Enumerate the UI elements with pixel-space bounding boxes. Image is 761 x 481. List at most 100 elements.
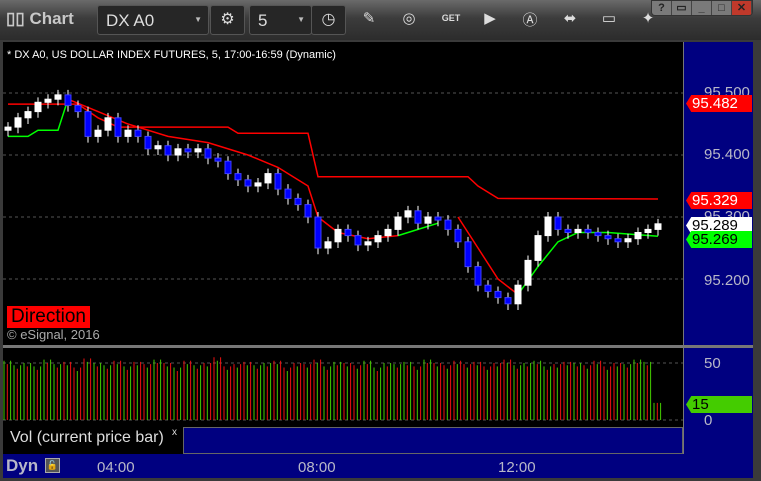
candle bbox=[304, 204, 312, 218]
settings-gear-icon[interactable]: ⚙ bbox=[210, 5, 245, 35]
pencil-icon[interactable]: ✎ bbox=[358, 9, 380, 27]
candle bbox=[194, 148, 202, 153]
study-icon[interactable]: ◎ bbox=[398, 9, 420, 27]
candle bbox=[444, 219, 452, 230]
candle bbox=[94, 129, 102, 137]
candle bbox=[14, 117, 22, 128]
candle bbox=[524, 259, 532, 286]
candle bbox=[144, 135, 152, 150]
candle bbox=[344, 228, 352, 237]
price-tick: 95.400 bbox=[704, 146, 750, 163]
candle bbox=[584, 228, 592, 233]
candle bbox=[124, 129, 132, 137]
comment-icon[interactable]: ▭ bbox=[598, 9, 620, 27]
candle bbox=[164, 145, 172, 156]
lock-icon[interactable]: 🔓 bbox=[45, 458, 60, 473]
candle bbox=[394, 216, 402, 230]
chevron-down-icon: ▼ bbox=[297, 15, 305, 24]
candle bbox=[54, 94, 62, 100]
candle bbox=[574, 228, 582, 233]
dock-icon[interactable]: ▭ bbox=[672, 1, 692, 15]
candle bbox=[234, 173, 242, 181]
price-tag-upper-stop: 95.482 bbox=[686, 95, 752, 112]
candle bbox=[254, 182, 262, 187]
candle bbox=[414, 210, 422, 224]
time-tick: 12:00 bbox=[498, 459, 536, 476]
price-tick: 95.200 bbox=[704, 272, 750, 289]
symbol-select[interactable]: DX A0 ▼ bbox=[97, 5, 209, 35]
clock-icon[interactable]: ◷ bbox=[311, 5, 346, 35]
candle bbox=[404, 210, 412, 218]
candle bbox=[134, 129, 142, 137]
volume-tick: 0 bbox=[704, 412, 713, 429]
candle bbox=[314, 216, 322, 249]
minimize-icon[interactable]: _ bbox=[692, 1, 712, 15]
candle bbox=[324, 241, 332, 249]
time-tick: 04:00 bbox=[97, 459, 135, 476]
volume-study-label: Vol (current price bar) bbox=[10, 429, 164, 446]
candle bbox=[34, 101, 42, 113]
title-bar: ▯▯ Chart DX A0 ▼ ⚙ 5 ▼ ◷ ✎ ◎ GET ▶ Ⓐ ⬌ ▭ ✦… bbox=[0, 0, 761, 40]
candle bbox=[24, 111, 32, 119]
candle bbox=[374, 235, 382, 243]
get-icon[interactable]: GET bbox=[440, 13, 462, 23]
candle bbox=[504, 297, 512, 305]
candle bbox=[154, 145, 162, 150]
volume-tick: 50 bbox=[704, 355, 721, 372]
candle bbox=[614, 238, 622, 243]
link-icon[interactable]: ⬌ bbox=[559, 9, 581, 27]
chevron-down-icon: ▼ bbox=[194, 15, 202, 24]
window-controls: ? ▭ _ □ ✕ bbox=[651, 0, 753, 16]
candle bbox=[594, 232, 602, 237]
candle bbox=[474, 266, 482, 286]
candle bbox=[64, 94, 72, 106]
candle bbox=[464, 241, 472, 268]
direction-label: Direction bbox=[7, 306, 90, 328]
interval-value: 5 bbox=[258, 11, 268, 30]
price-tag-trail: 95.269 bbox=[686, 231, 752, 248]
candle bbox=[654, 223, 662, 230]
close-study-button[interactable]: x bbox=[172, 427, 177, 438]
chart-legend: * DX A0, US DOLLAR INDEX FUTURES, 5, 17:… bbox=[7, 49, 336, 61]
candle bbox=[494, 290, 502, 299]
candle bbox=[424, 216, 432, 224]
volume-tag: 15 bbox=[686, 396, 752, 413]
candle bbox=[284, 188, 292, 199]
candle bbox=[634, 232, 642, 240]
candle bbox=[244, 179, 252, 187]
price-chart[interactable] bbox=[3, 42, 683, 345]
play-icon[interactable]: ▶ bbox=[479, 9, 501, 27]
candle bbox=[564, 228, 572, 233]
candle bbox=[554, 216, 562, 230]
candle bbox=[544, 216, 552, 237]
candle bbox=[434, 216, 442, 221]
candle bbox=[204, 148, 212, 159]
candle bbox=[644, 228, 652, 233]
price-tag-stop: 95.329 bbox=[686, 192, 752, 209]
candle bbox=[334, 228, 342, 243]
close-icon[interactable]: ✕ bbox=[732, 1, 752, 15]
candle bbox=[114, 117, 122, 137]
dynamic-mode[interactable]: Dyn bbox=[6, 456, 38, 476]
help-icon[interactable]: ? bbox=[652, 1, 672, 15]
candle bbox=[74, 104, 82, 113]
candle bbox=[364, 241, 372, 246]
candle bbox=[224, 160, 232, 175]
app-title-text: Chart bbox=[29, 9, 74, 28]
candle bbox=[384, 228, 392, 237]
time-axis[interactable]: Dyn 🔓 04:00 08:00 12:00 bbox=[3, 454, 753, 478]
volume-pane[interactable] bbox=[3, 348, 683, 426]
candle bbox=[4, 126, 12, 131]
volume-info-box bbox=[183, 427, 683, 454]
time-tick: 08:00 bbox=[298, 459, 336, 476]
maximize-icon[interactable]: □ bbox=[712, 1, 732, 15]
interval-select[interactable]: 5 ▼ bbox=[249, 5, 312, 35]
candle bbox=[294, 197, 302, 206]
candle bbox=[514, 284, 522, 305]
candle bbox=[354, 235, 362, 246]
candle bbox=[214, 157, 222, 162]
candle bbox=[184, 148, 192, 153]
alert-icon[interactable]: Ⓐ bbox=[519, 9, 541, 30]
price-axis[interactable]: 95.500 95.400 95.300 95.200 95.482 95.32… bbox=[683, 42, 753, 463]
candle bbox=[44, 98, 52, 103]
